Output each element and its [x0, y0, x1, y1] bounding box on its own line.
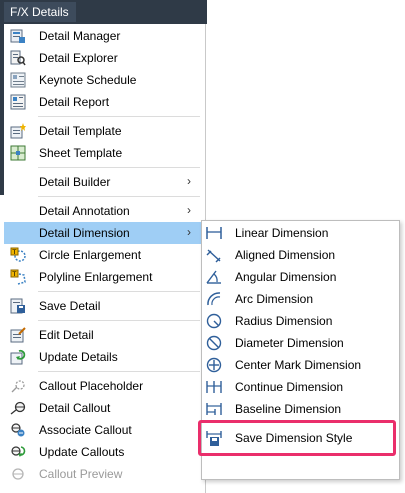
menu-separator	[38, 320, 200, 321]
menu-separator	[38, 371, 200, 372]
ribbon-tab-fx-details[interactable]: F/X Details	[4, 2, 76, 22]
menu-item-keynote-schedule[interactable]: Keynote Schedule	[4, 69, 205, 91]
menu-item-detail-template[interactable]: Detail Template	[4, 120, 205, 142]
associate-callout-icon	[10, 422, 26, 438]
detail-explorer-icon	[10, 50, 26, 66]
menu-separator	[38, 167, 200, 168]
chevron-right-icon: ›	[187, 174, 191, 188]
menu-item-detail-callout[interactable]: Detail Callout	[4, 397, 205, 419]
center-mark-dimension-icon	[206, 357, 222, 373]
polyline-enlargement-icon: T	[10, 269, 26, 285]
submenu-item-continue-dimension[interactable]: Continue Dimension	[202, 376, 399, 398]
menu-item-label: Detail Manager	[39, 29, 121, 43]
menu-item-label: Associate Callout	[39, 423, 132, 437]
menu-item-label: Detail Template	[39, 124, 122, 138]
menu-item-label: Detail Explorer	[39, 51, 118, 65]
detail-manager-icon	[10, 28, 26, 44]
annotation-highlight-box	[198, 420, 396, 456]
menu-item-label: Polyline Enlargement	[39, 270, 153, 284]
submenu-item-angular-dimension[interactable]: Angular Dimension	[202, 266, 399, 288]
callout-preview-icon	[10, 466, 26, 482]
menu-item-label: Edit Detail	[39, 328, 94, 342]
menu-item-label: Callout Placeholder	[39, 379, 144, 393]
sheet-template-icon	[10, 145, 26, 161]
menu-item-callout-placeholder[interactable]: Callout Placeholder	[4, 375, 205, 397]
chevron-right-icon: ›	[187, 225, 191, 239]
menu-item-label: Keynote Schedule	[39, 73, 137, 87]
menu-item-detail-manager[interactable]: Detail Manager	[4, 25, 205, 47]
submenu-item-diameter-dimension[interactable]: Diameter Dimension	[202, 332, 399, 354]
menu-item-circle-enlargement[interactable]: T Circle Enlargement	[4, 244, 205, 266]
update-details-icon	[10, 349, 26, 365]
submenu-item-label: Linear Dimension	[235, 226, 329, 240]
menu-item-detail-builder[interactable]: Detail Builder ›	[4, 171, 205, 193]
submenu-item-label: Arc Dimension	[235, 292, 314, 306]
menu-item-update-callouts[interactable]: Update Callouts	[4, 441, 205, 463]
submenu-item-label: Center Mark Dimension	[235, 358, 362, 372]
update-callouts-icon	[10, 444, 26, 460]
menu-separator	[38, 291, 200, 292]
menu-item-label: Detail Annotation	[39, 204, 130, 218]
menu-separator	[38, 196, 200, 197]
svg-text:T: T	[11, 248, 16, 256]
chevron-right-icon: ›	[187, 203, 191, 217]
submenu-item-center-mark-dimension[interactable]: Center Mark Dimension	[202, 354, 399, 376]
detail-callout-icon	[10, 400, 26, 416]
edit-detail-icon	[10, 327, 26, 343]
submenu-item-label: Continue Dimension	[235, 380, 344, 394]
radius-dimension-icon	[206, 313, 222, 329]
menu-item-label: Detail Builder	[39, 175, 111, 189]
menu-item-detail-explorer[interactable]: Detail Explorer	[4, 47, 205, 69]
menu-item-edit-detail[interactable]: Edit Detail	[4, 324, 205, 346]
detail-template-icon	[10, 123, 26, 139]
svg-text:T: T	[11, 270, 16, 278]
angular-dimension-icon	[206, 269, 222, 285]
submenu-item-label: Angular Dimension	[235, 270, 337, 284]
submenu-item-label: Aligned Dimension	[235, 248, 336, 262]
submenu-item-label: Diameter Dimension	[235, 336, 344, 350]
aligned-dimension-icon	[206, 247, 222, 263]
continue-dimension-icon	[206, 379, 222, 395]
menu-item-detail-report[interactable]: Detail Report	[4, 91, 205, 113]
menu-item-label: Callout Preview	[39, 467, 123, 481]
menu-item-label: Update Details	[39, 350, 118, 364]
menu-item-label: Detail Dimension	[39, 226, 130, 240]
keynote-schedule-icon	[10, 72, 26, 88]
menu-item-detail-annotation[interactable]: Detail Annotation ›	[4, 200, 205, 222]
menu-item-label: Circle Enlargement	[39, 248, 142, 262]
menu-item-save-detail[interactable]: Save Detail	[4, 295, 205, 317]
submenu-item-arc-dimension[interactable]: Arc Dimension	[202, 288, 399, 310]
callout-placeholder-icon	[10, 378, 26, 394]
submenu-item-linear-dimension[interactable]: Linear Dimension	[202, 222, 399, 244]
submenu-item-aligned-dimension[interactable]: Aligned Dimension	[202, 244, 399, 266]
arc-dimension-icon	[206, 291, 222, 307]
menu-item-sheet-template[interactable]: Sheet Template	[4, 142, 205, 164]
menu-item-detail-dimension[interactable]: Detail Dimension ›	[4, 222, 205, 244]
menu-item-callout-preview: Callout Preview	[4, 463, 205, 485]
submenu-item-radius-dimension[interactable]: Radius Dimension	[202, 310, 399, 332]
detail-report-icon	[10, 94, 26, 110]
circle-enlargement-icon: T	[10, 247, 26, 263]
diameter-dimension-icon	[206, 335, 222, 351]
menu-item-label: Detail Callout	[39, 401, 111, 415]
baseline-dimension-icon	[206, 401, 222, 417]
submenu-item-label: Radius Dimension	[235, 314, 333, 328]
menu-separator	[38, 116, 200, 117]
menu-item-update-details[interactable]: Update Details	[4, 346, 205, 368]
submenu-item-label: Baseline Dimension	[235, 402, 342, 416]
save-detail-icon	[10, 298, 26, 314]
linear-dimension-icon	[206, 225, 222, 241]
menu-item-label: Save Detail	[39, 299, 101, 313]
menu-item-label: Detail Report	[39, 95, 110, 109]
fx-details-menu: Detail Manager Detail Explorer Keynote S…	[4, 24, 206, 493]
menu-item-polyline-enlargement[interactable]: T Polyline Enlargement	[4, 266, 205, 288]
menu-item-associate-callout[interactable]: Associate Callout	[4, 419, 205, 441]
submenu-item-baseline-dimension[interactable]: Baseline Dimension	[202, 398, 399, 420]
menu-item-label: Update Callouts	[39, 445, 125, 459]
menu-item-label: Sheet Template	[39, 146, 123, 160]
